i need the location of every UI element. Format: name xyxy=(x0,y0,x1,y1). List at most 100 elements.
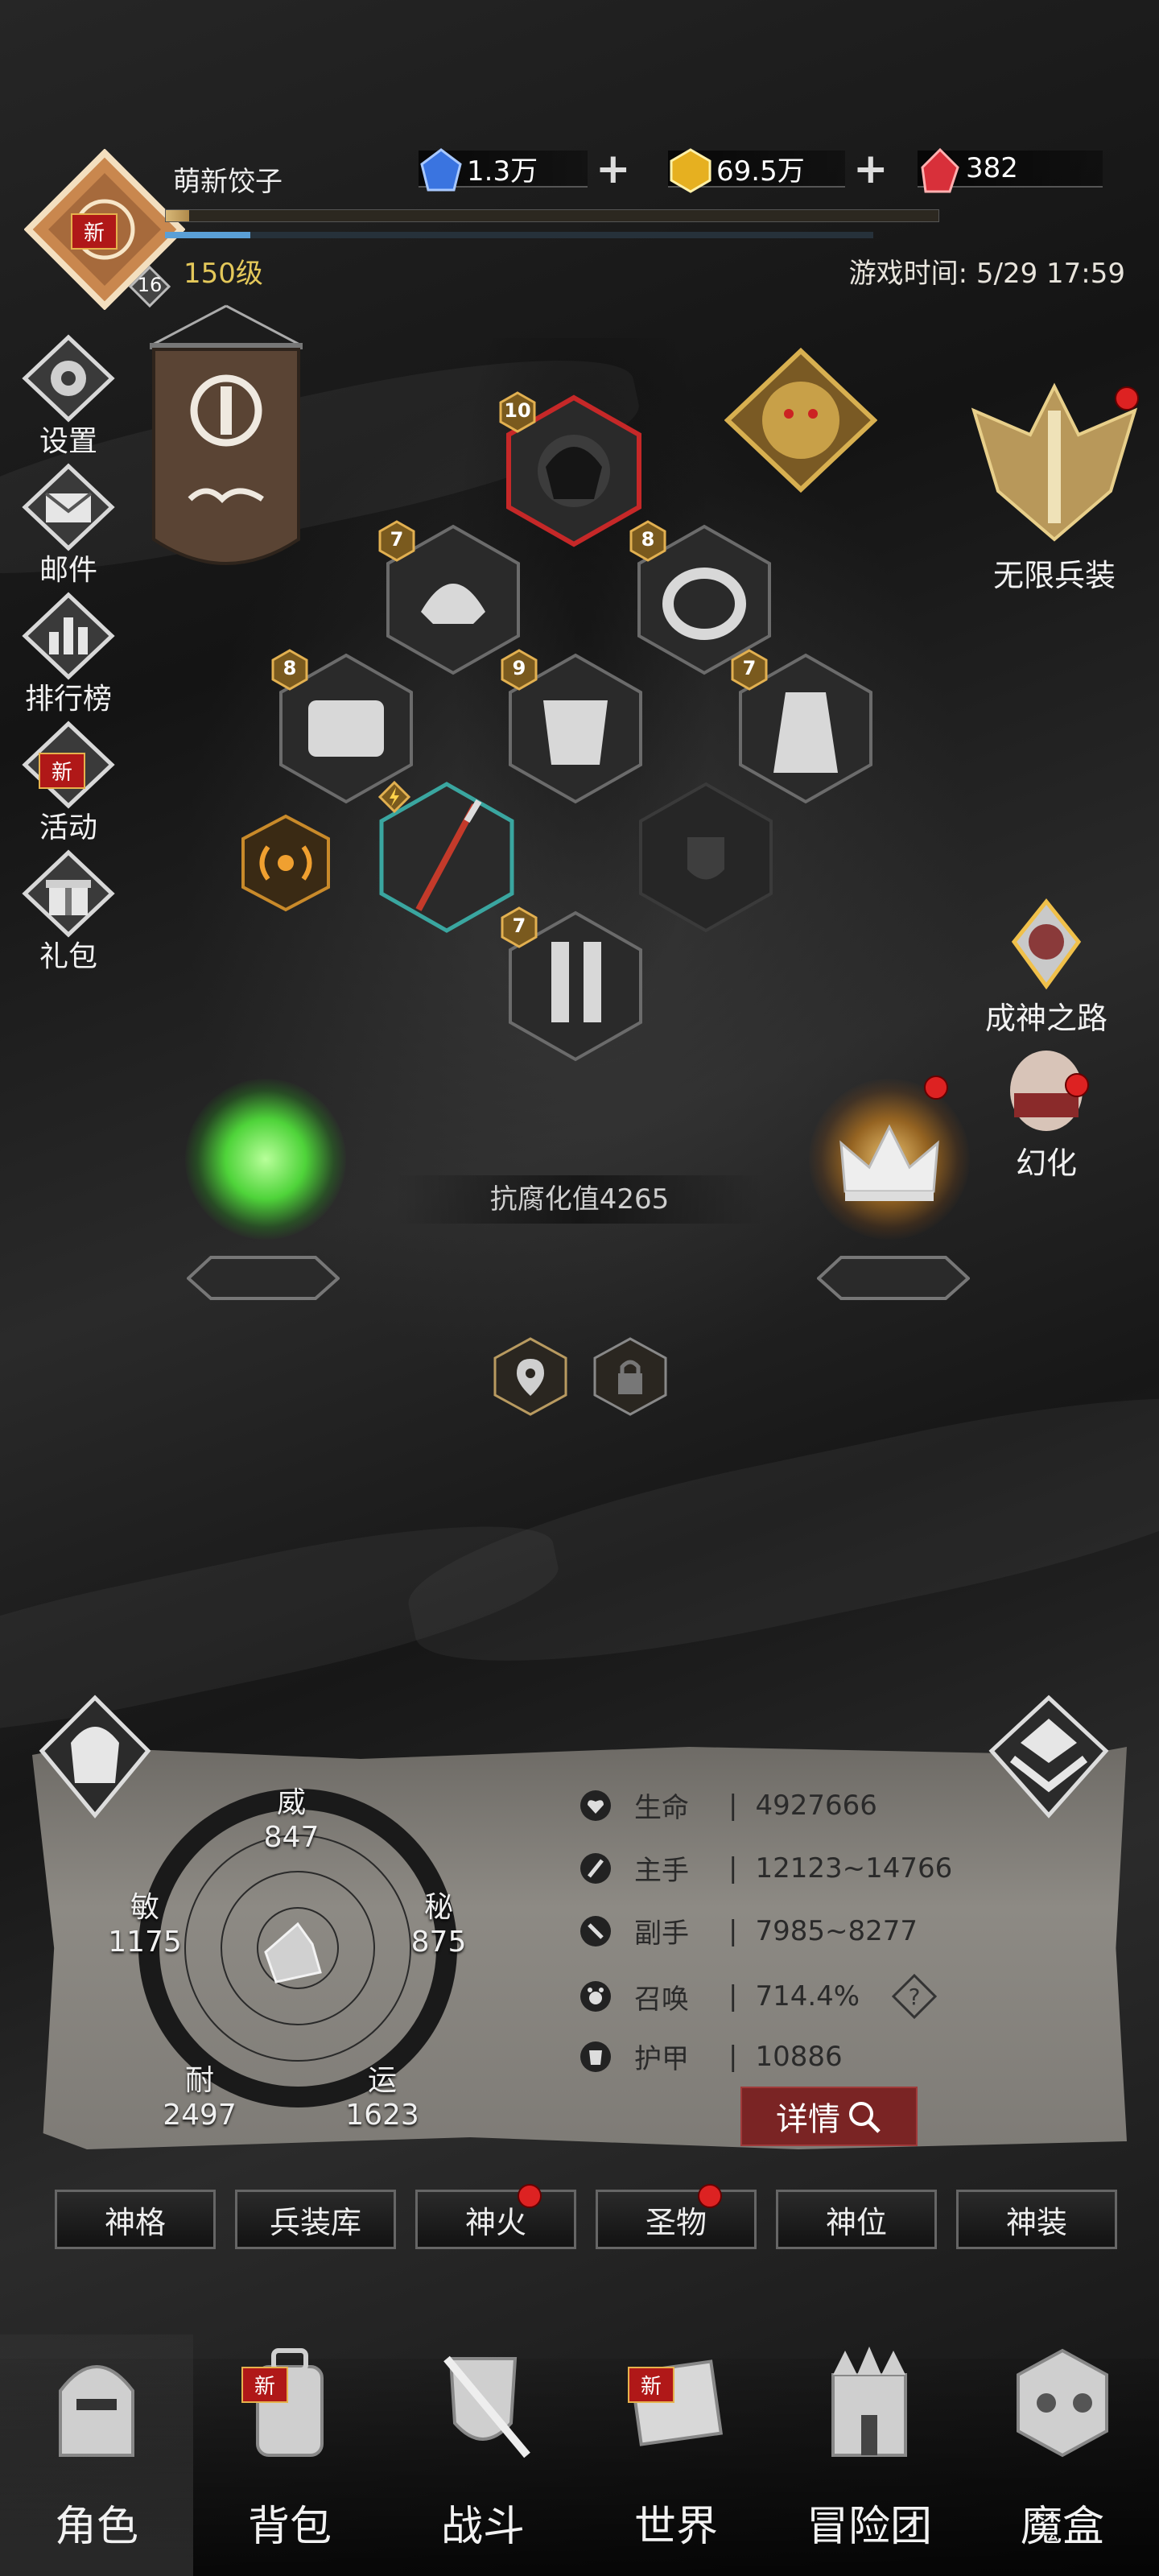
tab-divine-fire[interactable]: 神火 xyxy=(415,2190,576,2249)
corruption-resistance: 抗腐化值4265 xyxy=(394,1175,765,1224)
magic-box-icon xyxy=(1017,2348,1108,2458)
notification-dot xyxy=(1065,1073,1089,1097)
details-label: 详情 xyxy=(776,2101,840,2138)
red-crystal-icon xyxy=(921,148,959,193)
gift-icon xyxy=(22,849,115,938)
resource-red[interactable]: 382 xyxy=(918,145,1103,193)
secondary-bar xyxy=(165,232,873,238)
menu-label: 排行榜 xyxy=(24,683,112,716)
guild-banner[interactable] xyxy=(149,298,303,580)
xp-fill xyxy=(166,210,189,221)
signal-icon[interactable] xyxy=(240,813,332,913)
slot-shield-empty[interactable] xyxy=(637,781,774,934)
resource-gold[interactable]: 69.5万 + xyxy=(668,145,889,193)
transform-button[interactable]: 幻化 xyxy=(950,1046,1143,1181)
add-gold-button[interactable]: + xyxy=(853,145,889,193)
level-badge: 7 xyxy=(731,649,768,691)
menu-mail[interactable]: 邮件 xyxy=(8,463,129,588)
lock-icon[interactable] xyxy=(592,1336,668,1417)
menu-label: 活动 xyxy=(39,811,97,844)
menu-label: 设置 xyxy=(39,425,97,458)
notification-dot xyxy=(518,2184,542,2208)
slot-armor[interactable]: 9 xyxy=(501,649,644,805)
main-weapon-icon xyxy=(580,1852,611,1884)
resource-blue[interactable]: 1.3万 + xyxy=(419,145,631,193)
notification-dot xyxy=(698,2184,722,2208)
notification-dot xyxy=(1115,386,1139,411)
nav-world[interactable]: 新 世界 xyxy=(580,2334,773,2576)
xp-bar xyxy=(165,209,939,222)
left-pedestal xyxy=(186,1256,340,1300)
notification-dot xyxy=(924,1075,948,1100)
slot-boots[interactable]: 7 xyxy=(501,906,644,1063)
tab-relic[interactable]: 圣物 xyxy=(596,2190,757,2249)
crown-icon[interactable] xyxy=(809,1079,970,1240)
level-badge: 7 xyxy=(501,906,538,948)
infinite-weapon-button[interactable]: 无限兵装 xyxy=(958,378,1151,612)
add-blue-button[interactable]: + xyxy=(596,145,631,193)
god-path-label: 成神之路 xyxy=(984,1001,1107,1036)
menu-leaderboard[interactable]: 排行榜 xyxy=(8,592,129,717)
stat-armor: 护甲 | 10886 xyxy=(580,2037,843,2076)
attr-wei: 威 847 xyxy=(263,1786,320,1854)
backpack-icon xyxy=(256,2348,324,2457)
blue-crystal-icon xyxy=(420,148,462,192)
lightning-icon xyxy=(377,780,411,814)
stat-main-hand: 主手 | 12123~14766 xyxy=(580,1848,952,1888)
nav-character[interactable]: 角色 xyxy=(0,2334,193,2576)
tab-armory[interactable]: 兵装库 xyxy=(235,2190,396,2249)
new-badge: 新 xyxy=(71,213,118,250)
attr-mi: 秘 875 xyxy=(410,1891,467,1959)
playtime: 游戏时间: 5/29 17:59 xyxy=(848,258,1125,290)
attr-nai: 耐 2497 xyxy=(163,2064,237,2132)
lion-emblem-icon[interactable] xyxy=(724,347,878,493)
heart-icon xyxy=(580,1790,611,1821)
new-badge: 新 xyxy=(241,2367,289,2403)
slot-weapon[interactable] xyxy=(377,780,515,934)
level-badge: 10 xyxy=(499,391,536,433)
location-pin-icon[interactable] xyxy=(493,1336,568,1417)
stat-off-hand: 副手 | 7985~8277 xyxy=(580,1911,918,1951)
menu-label: 邮件 xyxy=(39,554,97,587)
details-button[interactable]: 详情 xyxy=(740,2087,918,2146)
stat-summon: 召唤 | 714.4% ? xyxy=(580,1974,938,2019)
attr-yun: 运 1623 xyxy=(345,2064,419,2132)
menu-event[interactable]: 新 活动 xyxy=(8,720,129,846)
tab-divine-seat[interactable]: 神位 xyxy=(776,2190,937,2249)
nav-magic-box[interactable]: 魔盒 xyxy=(966,2334,1159,2576)
right-pedestal xyxy=(816,1256,971,1300)
menu-label: 礼包 xyxy=(39,940,97,973)
summon-icon xyxy=(580,1981,611,2012)
player-avatar[interactable]: 新 16 xyxy=(23,148,186,311)
svg-text:?: ? xyxy=(909,1984,921,2010)
gold-crystal-icon xyxy=(670,148,711,193)
menu-gift[interactable]: 礼包 xyxy=(8,849,129,975)
armor-icon xyxy=(580,2041,611,2072)
nav-backpack[interactable]: 新 背包 xyxy=(193,2334,386,2576)
level-badge: 7 xyxy=(378,520,415,562)
stat-hp: 生命 | 4927666 xyxy=(580,1785,877,1825)
layers-icon[interactable] xyxy=(988,1695,1109,1819)
help-icon[interactable]: ? xyxy=(892,1974,938,2019)
menu-settings[interactable]: 设置 xyxy=(8,334,129,460)
off-weapon-icon xyxy=(580,1915,611,1946)
attr-min: 敏 1175 xyxy=(108,1891,182,1959)
green-orb-icon[interactable] xyxy=(185,1079,346,1240)
mail-icon xyxy=(22,463,115,551)
level-badge: 9 xyxy=(501,649,538,691)
transform-label: 幻化 xyxy=(1015,1146,1077,1181)
battle-icon xyxy=(443,2355,530,2458)
world-icon xyxy=(629,2359,724,2446)
tab-divine-gear[interactable]: 神装 xyxy=(956,2190,1117,2249)
level-badge: 8 xyxy=(271,649,308,691)
nav-guild[interactable]: 冒险团 xyxy=(773,2334,966,2576)
tab-godhood[interactable]: 神格 xyxy=(55,2190,216,2249)
magnifier-icon xyxy=(849,2102,881,2133)
god-path-icon xyxy=(1011,898,1082,990)
god-path-button[interactable]: 成神之路 xyxy=(950,894,1143,1038)
new-badge: 新 xyxy=(628,2367,675,2403)
slot-helmet[interactable]: 10 xyxy=(499,391,642,547)
nav-battle[interactable]: 战斗 xyxy=(386,2334,580,2576)
infinite-weapon-label: 无限兵装 xyxy=(992,558,1116,593)
player-name: 萌新饺子 xyxy=(173,166,283,198)
